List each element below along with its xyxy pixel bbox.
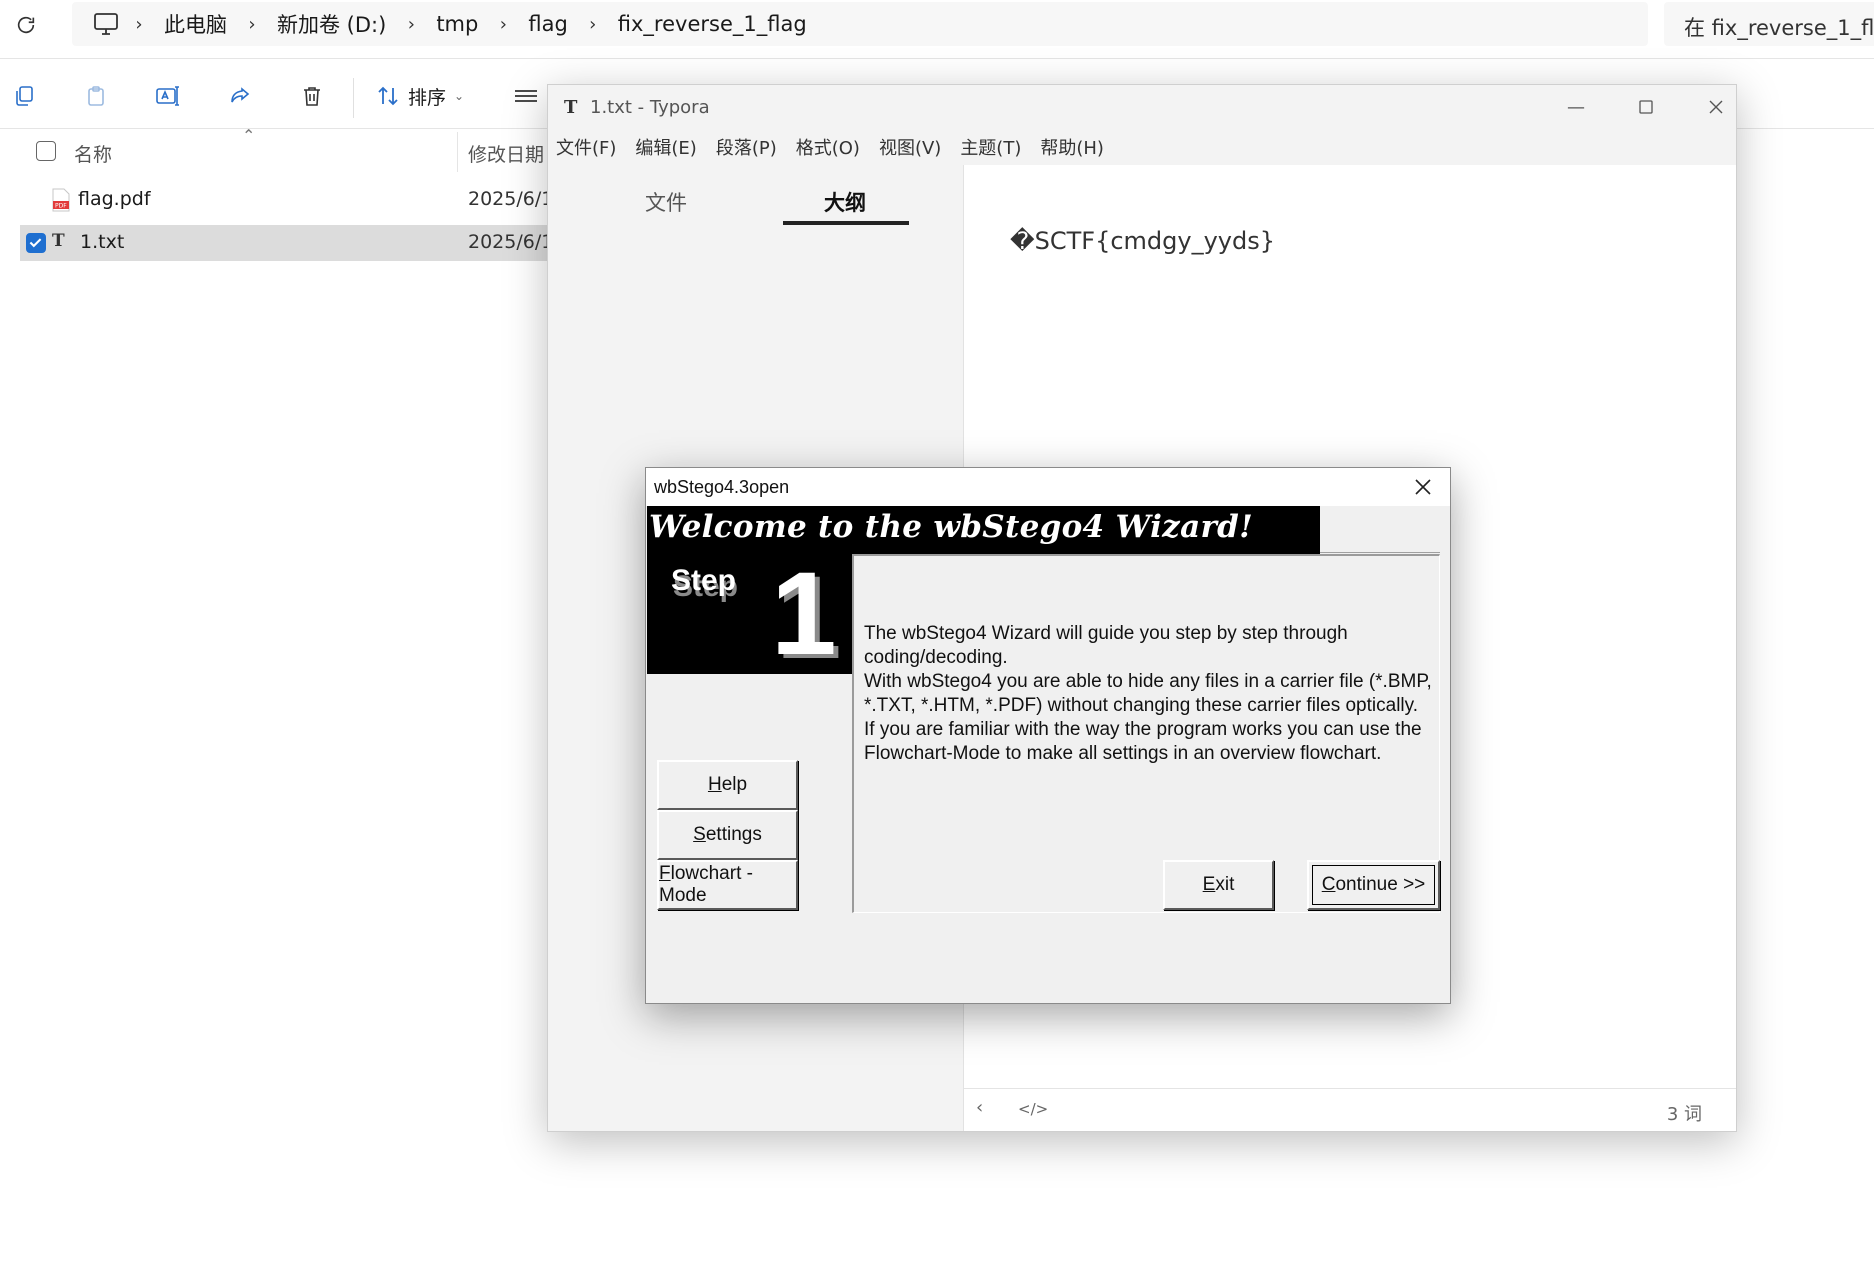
sort-icon — [378, 86, 398, 106]
help-button-mnemonic: H — [707, 774, 722, 795]
flowchart-button-label: lowchart - Mode — [659, 863, 753, 906]
refresh-button[interactable] — [10, 9, 42, 41]
menu-edit[interactable]: 编辑(E) — [635, 134, 696, 160]
file-name: flag.pdf — [78, 188, 151, 210]
source-code-icon[interactable]: </> — [1018, 1100, 1048, 1118]
chevron-right-icon: › — [407, 13, 415, 35]
menu-format[interactable]: 格式(O) — [796, 134, 860, 160]
sort-label: 排序 — [408, 86, 447, 109]
refresh-icon — [17, 16, 35, 34]
minimize-button[interactable]: — — [1556, 93, 1596, 121]
copy-icon[interactable] — [6, 78, 42, 114]
file-date: 2025/6/1 — [468, 188, 554, 210]
close-icon — [1415, 479, 1431, 495]
continue-button-mnemonic: C — [1321, 874, 1336, 895]
settings-button-label: ettings — [705, 824, 762, 845]
wbstego-dialog: wbStego4.3open Welcome to the wbStego4 W… — [645, 467, 1451, 1004]
delete-icon[interactable] — [294, 78, 330, 114]
file-name: 1.txt — [80, 231, 125, 253]
sort-ascending-icon: ⌃ — [242, 126, 256, 145]
settings-button[interactable]: Settings — [657, 810, 798, 860]
divider — [0, 58, 1874, 59]
tab-files[interactable]: 文件 — [645, 187, 687, 217]
toolbar-separator — [353, 78, 354, 118]
breadcrumb-current-folder[interactable]: fix_reverse_1_flag — [608, 12, 817, 36]
continue-button[interactable]: Continue >> — [1307, 860, 1440, 910]
divider — [1320, 552, 1440, 553]
column-date-header[interactable]: 修改日期 — [468, 140, 544, 167]
active-tab-indicator — [783, 221, 909, 225]
search-input[interactable]: 在 fix_reverse_1_flag — [1664, 2, 1874, 46]
chevron-right-icon: › — [499, 13, 507, 35]
help-button[interactable]: Help — [657, 760, 798, 810]
window-title: 1.txt - Typora — [590, 97, 710, 118]
typora-titlebar[interactable]: T 1.txt - Typora — — [548, 85, 1736, 129]
breadcrumb-this-pc[interactable]: 此电脑 — [154, 9, 237, 39]
computer-icon — [88, 9, 124, 39]
menu-bar: 文件(F) 编辑(E) 段落(P) 格式(O) 视图(V) 主题(T) 帮助(H… — [548, 129, 1736, 165]
column-divider[interactable] — [457, 132, 458, 172]
column-name-header[interactable]: 名称 — [74, 140, 112, 167]
status-bar: ‹ </> 3 词 — [964, 1088, 1736, 1130]
address-bar[interactable]: › 此电脑 › 新加卷 (D:) › tmp › flag › fix_reve… — [72, 2, 1648, 46]
maximize-icon — [1639, 100, 1653, 114]
menu-theme[interactable]: 主题(T) — [960, 134, 1021, 160]
chevron-down-icon: ⌄ — [454, 89, 465, 103]
view-icon[interactable] — [508, 78, 544, 114]
rename-icon[interactable] — [150, 78, 186, 114]
breadcrumb-tmp[interactable]: tmp — [426, 12, 488, 36]
exit-button-mnemonic: E — [1202, 874, 1216, 895]
close-button[interactable] — [1696, 93, 1736, 121]
typora-logo-icon: T — [564, 97, 578, 118]
text-file-icon: T — [52, 231, 65, 251]
checkmark-icon — [29, 238, 42, 248]
help-button-label: elp — [721, 774, 748, 795]
step-label: Step — [671, 564, 737, 597]
breadcrumb-drive-d[interactable]: 新加卷 (D:) — [267, 9, 396, 39]
continue-button-label: ontinue >> — [1335, 874, 1426, 895]
pdf-icon: PDF — [50, 188, 72, 212]
chevron-left-icon[interactable]: ‹ — [976, 1097, 983, 1118]
close-icon — [1709, 100, 1723, 114]
banner-text: Welcome to the wbStego4 Wizard! — [649, 509, 1253, 545]
welcome-banner: Welcome to the wbStego4 Wizard! — [647, 506, 1320, 554]
step-indicator: Step 1 — [647, 549, 852, 679]
menu-help[interactable]: 帮助(H) — [1040, 134, 1104, 160]
sort-button[interactable]: 排序 ⌄ — [376, 78, 464, 114]
dialog-title: wbStego4.3open — [654, 477, 790, 497]
menu-view[interactable]: 视图(V) — [879, 134, 941, 160]
explorer-toolbar: 排序 ⌄ — [0, 72, 560, 120]
exit-button-label: xit — [1215, 874, 1235, 895]
paste-icon[interactable] — [78, 78, 114, 114]
file-row[interactable]: T 1.txt 2025/6/1 — [20, 225, 560, 261]
chevron-right-icon: › — [248, 13, 256, 35]
word-count[interactable]: 3 词 — [1667, 1100, 1702, 1126]
chevron-right-icon: › — [135, 13, 143, 35]
column-header: ⌃ 名称 修改日期 — [20, 126, 560, 172]
tab-outline[interactable]: 大纲 — [824, 187, 866, 217]
file-date: 2025/6/1 — [468, 231, 554, 253]
menu-paragraph[interactable]: 段落(P) — [716, 134, 777, 160]
chevron-right-icon: › — [589, 13, 597, 35]
step-number: 1 — [771, 548, 837, 680]
breadcrumb-flag[interactable]: flag — [518, 12, 577, 36]
select-all-checkbox[interactable] — [36, 141, 56, 161]
file-row[interactable]: PDF flag.pdf 2025/6/1 — [20, 182, 560, 218]
explorer-address-row: › 此电脑 › 新加卷 (D:) › tmp › flag › fix_reve… — [0, 0, 1874, 50]
menu-file[interactable]: 文件(F) — [556, 134, 616, 160]
dialog-close-button[interactable] — [1408, 472, 1438, 502]
flowchart-button-mnemonic: F — [659, 863, 671, 884]
wizard-description: The wbStego4 Wizard will guide you step … — [864, 623, 1432, 764]
settings-button-mnemonic: S — [693, 824, 706, 845]
share-icon[interactable] — [222, 78, 258, 114]
dialog-titlebar[interactable]: wbStego4.3open — [646, 468, 1450, 506]
minimize-icon: — — [1567, 96, 1585, 118]
maximize-button[interactable] — [1626, 93, 1666, 121]
flowchart-mode-button[interactable]: Flowchart - Mode — [657, 860, 798, 910]
svg-text:PDF: PDF — [55, 203, 67, 210]
row-checkbox[interactable] — [26, 233, 46, 253]
editor-content[interactable]: �SCTF{cmdgy_yyds} — [1010, 227, 1275, 255]
exit-button[interactable]: Exit — [1163, 860, 1274, 910]
